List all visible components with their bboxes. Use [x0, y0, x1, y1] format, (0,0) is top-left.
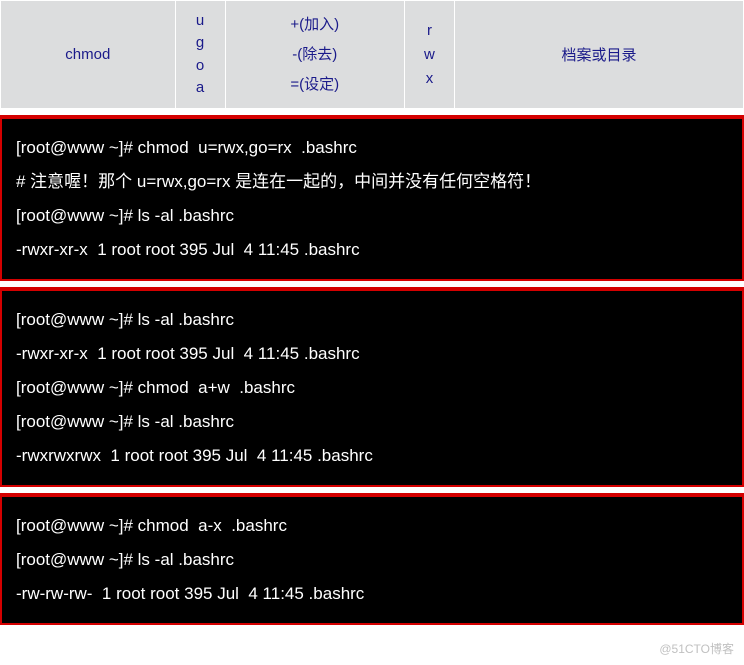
terminal-block-2: [root@www ~]# ls -al .bashrc -rwxr-xr-x … [0, 287, 744, 487]
terminal-line: [root@www ~]# ls -al .bashrc [16, 303, 728, 337]
terminal-line: -rw-rw-rw- 1 root root 395 Jul 4 11:45 .… [16, 577, 728, 611]
terminal-line: [root@www ~]# chmod u=rwx,go=rx .bashrc [16, 131, 728, 165]
terminal-line: -rwxrwxrwx 1 root root 395 Jul 4 11:45 .… [16, 439, 728, 473]
syntax-who-cell: u g o a [175, 1, 225, 109]
chmod-syntax-table: chmod u g o a +(加入) -(除去) =(设定) r w x 档案… [0, 0, 744, 109]
who-u: u [184, 10, 217, 33]
watermark: @51CTO博客 [659, 640, 734, 657]
terminal-line: # 注意喔！那个 u=rwx,go=rx 是连在一起的，中间并没有任何空格符！ [16, 165, 728, 199]
op-set: =(设定) [234, 70, 396, 100]
terminal-line: [root@www ~]# chmod a-x .bashrc [16, 509, 728, 543]
perm-r: r [413, 19, 446, 43]
terminal-line: [root@www ~]# ls -al .bashrc [16, 543, 728, 577]
who-o: o [184, 55, 217, 78]
perm-w: w [413, 43, 446, 67]
op-add: +(加入) [234, 10, 396, 40]
terminal-block-1: [root@www ~]# chmod u=rwx,go=rx .bashrc … [0, 115, 744, 281]
perm-x: x [413, 67, 446, 91]
terminal-block-3: [root@www ~]# chmod a-x .bashrc [root@ww… [0, 493, 744, 625]
terminal-line: [root@www ~]# chmod a+w .bashrc [16, 371, 728, 405]
syntax-perm-cell: r w x [404, 1, 454, 109]
syntax-target-cell: 档案或目录 [454, 1, 743, 109]
syntax-operator-cell: +(加入) -(除去) =(设定) [225, 1, 404, 109]
terminal-line: [root@www ~]# ls -al .bashrc [16, 405, 728, 439]
who-g: g [184, 32, 217, 55]
terminal-line: [root@www ~]# ls -al .bashrc [16, 199, 728, 233]
who-a: a [184, 77, 217, 100]
op-remove: -(除去) [234, 40, 396, 70]
syntax-command-cell: chmod [1, 1, 176, 109]
terminal-line: -rwxr-xr-x 1 root root 395 Jul 4 11:45 .… [16, 233, 728, 267]
terminal-line: -rwxr-xr-x 1 root root 395 Jul 4 11:45 .… [16, 337, 728, 371]
